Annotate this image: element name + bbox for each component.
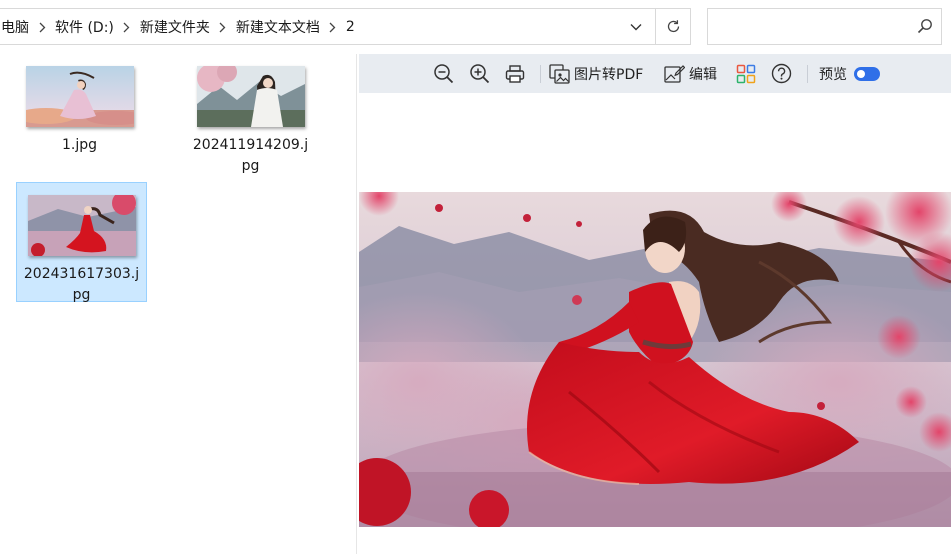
convert-to-pdf-label: 图片转PDF [574,66,644,83]
printer-icon [505,64,525,83]
chevron-down-icon [630,23,642,30]
pane-divider[interactable] [356,54,357,554]
image-to-pdf-icon [549,63,570,84]
search-icon[interactable] [917,18,933,34]
file-list-pane: 1.jpg 202411914209.jpg 202431617303.jpg [0,54,356,554]
breadcrumb-drive-d[interactable]: 软件 (D:) [53,17,116,37]
preview-toolbar: 图片转PDF 编辑 预览 [359,54,951,93]
toolbar-divider [807,65,808,83]
search-box[interactable] [707,8,942,45]
breadcrumb: 电脑 软件 (D:) 新建文件夹 新建文本文档 2 [0,9,357,44]
help-button[interactable] [771,54,792,93]
zoom-out-icon [434,63,454,83]
file-name: 1.jpg [61,137,98,153]
preview-toggle-switch[interactable] [854,66,880,81]
refresh-icon [667,20,680,33]
apps-button[interactable] [736,54,756,93]
preview-label: 预览 [819,66,847,83]
search-input[interactable] [708,9,908,44]
breadcrumb-this-pc[interactable]: 电脑 [0,17,31,37]
zoom-in-button[interactable] [469,54,491,93]
edit-label: 编辑 [689,66,717,83]
file-item-selected[interactable]: 202431617303.jpg [16,182,147,303]
convert-to-pdf-button[interactable]: 图片转PDF [549,54,643,93]
preview-image [359,192,951,527]
chevron-right-icon[interactable] [31,20,53,33]
grid-apps-icon [736,64,756,83]
file-item[interactable]: 202411914209.jpg [185,54,316,177]
file-item[interactable]: 1.jpg [14,54,145,156]
address-toolbar: 电脑 软件 (D:) 新建文件夹 新建文本文档 2 [0,0,951,54]
address-bar[interactable]: 电脑 软件 (D:) 新建文件夹 新建文本文档 2 [0,8,691,45]
zoom-in-icon [470,63,490,83]
chevron-right-icon[interactable] [212,20,234,33]
preview-toggle-group[interactable]: 预览 [819,54,880,93]
print-button[interactable] [505,54,525,93]
image-thumbnail [196,66,305,127]
breadcrumb-current-folder[interactable]: 2 [344,19,357,35]
refresh-button[interactable] [655,9,691,44]
image-thumbnail [27,195,136,256]
file-name: 202411914209.jpg [192,137,309,174]
preview-pane: 图片转PDF 编辑 预览 [359,54,951,554]
breadcrumb-new-folder[interactable]: 新建文件夹 [138,17,212,37]
chevron-right-icon[interactable] [322,20,344,33]
edit-button[interactable]: 编辑 [664,54,717,93]
toolbar-divider [540,65,541,83]
help-icon [771,63,792,84]
edit-image-icon [664,64,685,83]
image-thumbnail [25,66,134,127]
zoom-out-button[interactable] [433,54,455,93]
file-name: 202431617303.jpg [23,266,140,303]
address-history-dropdown[interactable] [618,9,654,44]
chevron-right-icon[interactable] [116,20,138,33]
breadcrumb-new-text-doc[interactable]: 新建文本文档 [234,17,322,37]
